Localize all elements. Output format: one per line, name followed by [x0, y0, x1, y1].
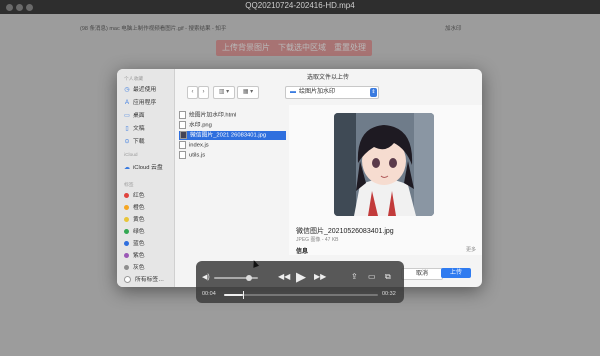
- sidebar-item-apps[interactable]: A 应用程序: [124, 97, 156, 106]
- download-icon: ⊙: [124, 139, 130, 145]
- tag-dot-icon: [124, 252, 129, 258]
- icloud-header: iCloud: [124, 153, 138, 158]
- desktop-icon: ▭: [124, 113, 130, 119]
- fast-forward-icon[interactable]: ▶▶: [314, 272, 326, 281]
- picture-in-picture-icon[interactable]: ⧉: [385, 272, 391, 282]
- dialog-sidebar: 个人收藏 ◷ 最近使用 A 应用程序 ▭ 桌面 ▯ 文稿 ⊙ 下载 iCloud ☁ iCl…: [117, 69, 175, 287]
- upload-button[interactable]: 上传: [441, 268, 471, 278]
- tag-all[interactable]: 所有标签…: [124, 274, 164, 283]
- sidebar-item-desktop[interactable]: ▭ 桌面: [124, 110, 144, 119]
- window-title: QQ20210724-202416-HD.mp4: [245, 1, 355, 10]
- view-grid-button[interactable]: ▦ ▾: [237, 86, 259, 99]
- tag-dot-icon: [124, 192, 129, 198]
- list-item[interactable]: index.js: [179, 141, 209, 150]
- document-icon: ▯: [125, 126, 129, 132]
- play-icon[interactable]: ▶: [296, 269, 306, 285]
- list-item[interactable]: 绘图片加水印.html: [179, 111, 236, 120]
- grid-icon: ▦ ▾: [242, 89, 254, 95]
- more-link[interactable]: 更多: [466, 246, 476, 253]
- volume-knob[interactable]: [246, 275, 253, 281]
- file-icon: [179, 141, 186, 149]
- tag-dot-icon: [124, 228, 129, 234]
- columns-icon: ▥ ▾: [218, 89, 230, 95]
- tag-dot-icon: [124, 204, 129, 210]
- tag-orange[interactable]: 橙色: [124, 202, 145, 211]
- tag-green[interactable]: 绿色: [124, 226, 145, 235]
- tag-yellow[interactable]: 黄色: [124, 214, 145, 223]
- playhead[interactable]: [243, 291, 245, 299]
- list-item[interactable]: 水印.png: [179, 121, 212, 130]
- back-button[interactable]: ‹: [187, 86, 198, 99]
- tags-header: 标签: [124, 183, 134, 188]
- preview-filename: 微信图片_20210526083401.jpg: [296, 228, 394, 235]
- list-item-selected[interactable]: 微信图片_2021 26083401.jpg: [179, 131, 286, 140]
- tag-dot-icon: [124, 264, 129, 270]
- volume-icon[interactable]: ◀): [202, 273, 210, 281]
- clock-icon: ◷: [124, 87, 130, 93]
- chevron-left-icon: ‹: [191, 89, 194, 95]
- chevron-right-icon: ›: [202, 89, 205, 95]
- rewind-icon[interactable]: ◀◀: [278, 272, 290, 281]
- cloud-icon: ☁: [124, 165, 130, 171]
- preview-pane: 微信图片_20210526083401.jpg JPEG 图像 - 47 KB …: [289, 105, 482, 255]
- tag-dot-icon: [124, 216, 129, 222]
- favorites-header: 个人收藏: [124, 77, 144, 82]
- tag-blue[interactable]: 蓝色: [124, 238, 145, 247]
- volume-slider[interactable]: [214, 275, 258, 281]
- anime-girl-image: [334, 113, 434, 216]
- title-bar: QQ20210724-202416-HD.mp4: [0, 0, 600, 14]
- sidebar-item-icloud-drive[interactable]: ☁ iCloud 云盘: [124, 162, 163, 171]
- image-file-icon: [180, 131, 187, 139]
- tag-red[interactable]: 红色: [124, 190, 145, 199]
- cancel-button[interactable]: 取消: [401, 268, 443, 280]
- apps-icon: A: [124, 100, 129, 106]
- video-player-controls: ◀) ◀◀ ▶ ▶▶ ⇪ ▭ ⧉ 00:04 00:32: [196, 261, 404, 303]
- sidebar-item-recent[interactable]: ◷ 最近使用: [124, 84, 156, 93]
- current-time: 00:04: [202, 291, 216, 297]
- file-open-dialog: 个人收藏 ◷ 最近使用 A 应用程序 ▭ 桌面 ▯ 文稿 ⊙ 下载 iCloud ☁ iCl…: [117, 69, 482, 287]
- tag-dot-icon: [124, 275, 131, 283]
- tag-gray[interactable]: 灰色: [124, 262, 145, 271]
- airplay-icon[interactable]: ▭: [368, 272, 376, 281]
- total-time: 00:32: [382, 291, 396, 297]
- info-heading: 信息: [296, 249, 309, 255]
- dialog-title: 选取文件以上传: [306, 75, 349, 81]
- view-columns-button[interactable]: ▥ ▾: [213, 86, 235, 99]
- tag-purple[interactable]: 紫色: [124, 250, 145, 259]
- video-window: QQ20210724-202416-HD.mp4 (98 条消息) mac 电脑…: [0, 0, 600, 356]
- path-select[interactable]: ▬ 绘图片加水印 ⇕: [285, 86, 379, 99]
- preview-filetype: JPEG 图像 - 47 KB: [296, 237, 339, 243]
- sidebar-item-downloads[interactable]: ⊙ 下载: [124, 136, 144, 145]
- share-icon[interactable]: ⇪: [351, 272, 358, 281]
- list-item[interactable]: utils.js: [179, 151, 205, 160]
- chevron-down-icon: ⇕: [370, 88, 377, 97]
- tag-dot-icon: [124, 240, 129, 246]
- file-icon: [179, 121, 186, 129]
- file-list: 绘图片加水印.html 水印.png 微信图片_2021 26083401.jp…: [174, 105, 289, 255]
- sidebar-item-documents[interactable]: ▯ 文稿: [124, 123, 144, 132]
- progress-fill: [224, 294, 244, 296]
- scrubber[interactable]: [224, 291, 378, 299]
- file-icon: [179, 151, 186, 159]
- file-icon: [179, 111, 186, 119]
- folder-icon: ▬: [290, 89, 296, 95]
- preview-image: [334, 113, 434, 216]
- forward-button[interactable]: ›: [198, 86, 209, 99]
